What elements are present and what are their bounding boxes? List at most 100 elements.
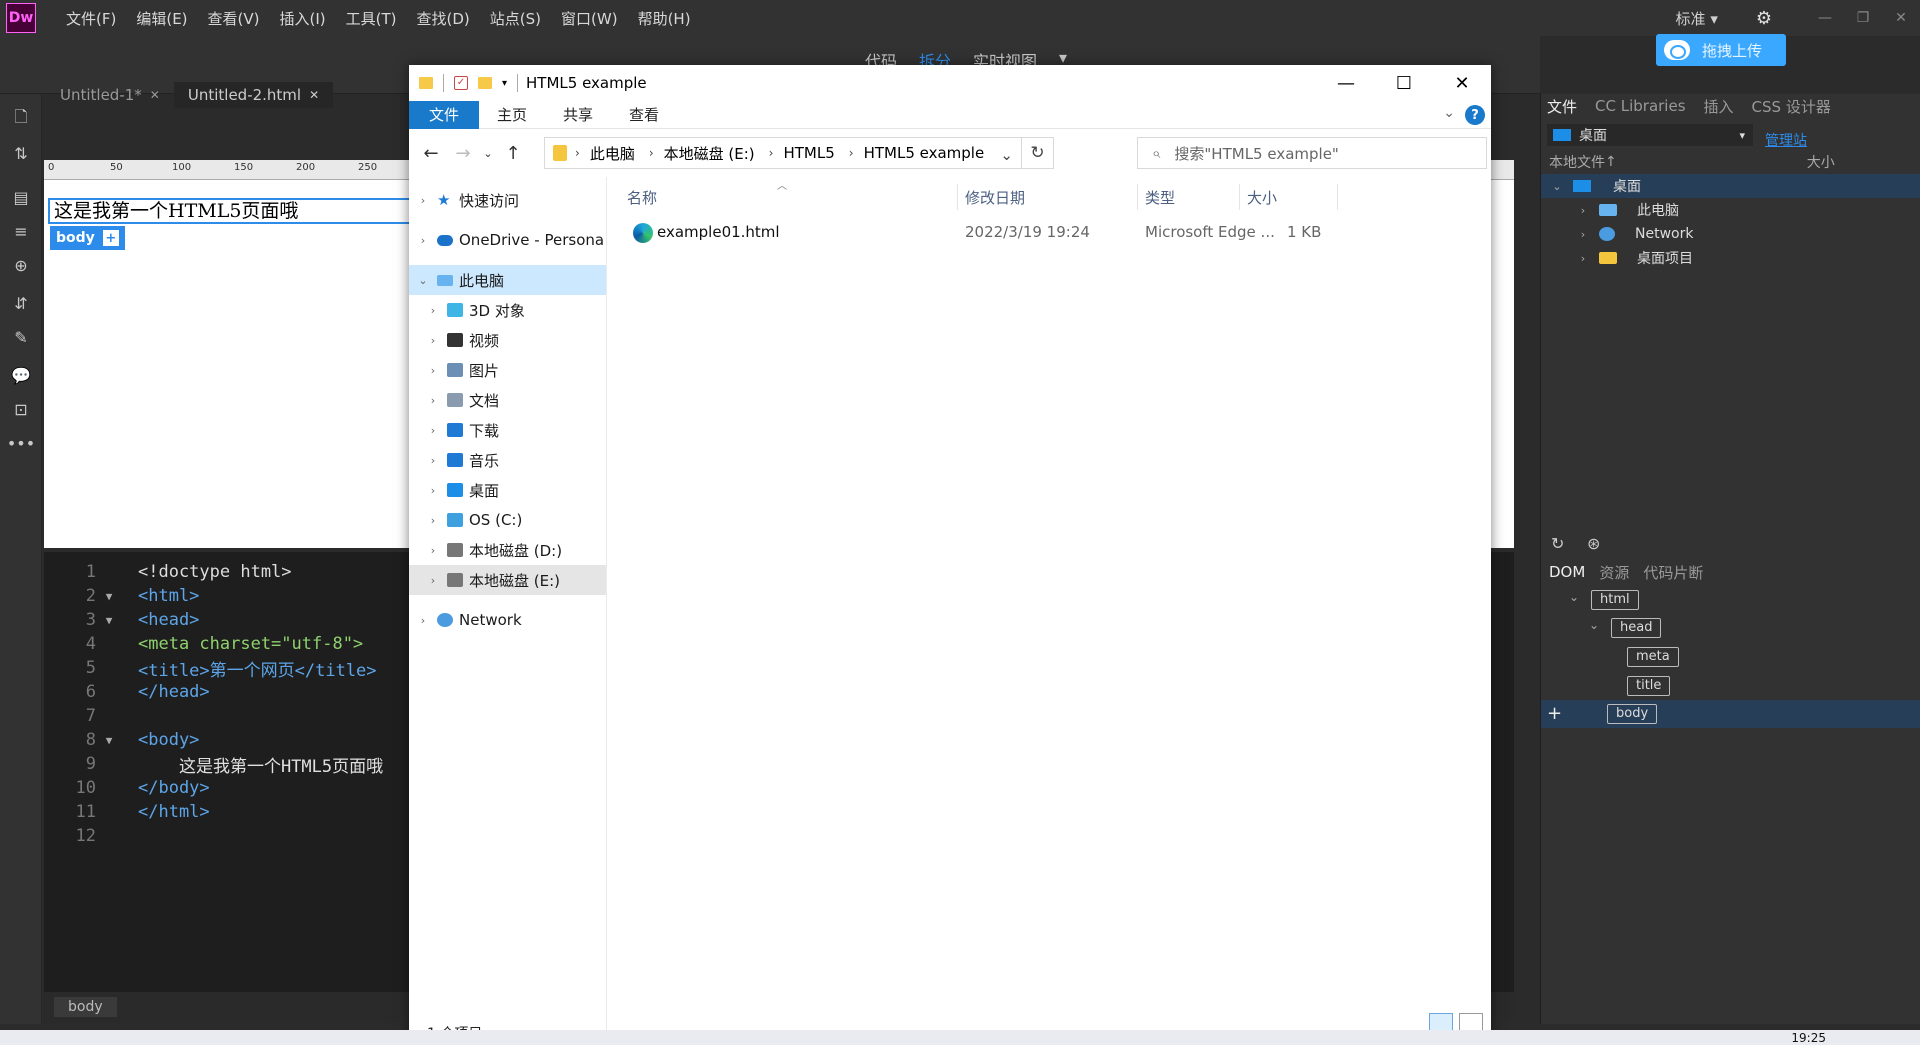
chevron-right-icon[interactable]: › xyxy=(425,364,441,377)
menu-help[interactable]: 帮助(H) xyxy=(628,8,701,29)
element-hud[interactable]: body + xyxy=(50,226,125,250)
tab-cc-libraries[interactable]: CC Libraries xyxy=(1595,97,1686,115)
nav-item-quick-access[interactable]: › ★ 快速访问 xyxy=(409,185,606,215)
forward-icon[interactable]: → xyxy=(447,143,479,164)
dom-node-meta[interactable]: meta xyxy=(1627,647,1679,667)
menu-insert[interactable]: 插入(I) xyxy=(270,8,336,29)
tree-item-network[interactable]: › Network xyxy=(1541,222,1920,246)
nav-item-pc-child[interactable]: › 音乐 xyxy=(409,445,606,475)
manage-site-link[interactable]: 管理站 xyxy=(1765,130,1807,150)
new-document-icon[interactable]: 🗋 xyxy=(0,102,42,136)
tree-item-this-pc[interactable]: › 此电脑 xyxy=(1541,198,1920,222)
column-divider[interactable] xyxy=(1337,184,1338,210)
add-class-icon[interactable]: + xyxy=(102,230,119,246)
ribbon-tab-home[interactable]: 主页 xyxy=(479,101,545,129)
dom-node-body[interactable]: body xyxy=(1607,704,1658,724)
tree-item-desktop[interactable]: ⌄ 桌面 xyxy=(1541,174,1920,198)
wrap-tag-icon[interactable]: ✎ xyxy=(0,320,42,354)
chevron-right-icon[interactable]: › xyxy=(425,424,441,437)
upload-button[interactable]: 拖拽上传 xyxy=(1656,34,1786,66)
chevron-right-icon[interactable]: › xyxy=(1575,228,1591,241)
breadcrumb-html5[interactable]: HTML5 xyxy=(783,144,834,162)
nav-item-pc-child[interactable]: › OS (C:) xyxy=(409,505,606,535)
chevron-right-icon[interactable]: › xyxy=(425,304,441,317)
chevron-right-icon[interactable]: › xyxy=(425,514,441,527)
customize-toolbar-icon[interactable]: ▾ xyxy=(502,78,507,89)
nav-item-pc-child[interactable]: › 本地磁盘 (D:) xyxy=(409,535,606,565)
tab-insert[interactable]: 插入 xyxy=(1704,96,1734,117)
column-divider[interactable] xyxy=(1239,184,1240,210)
file-management-icon[interactable]: ⇅ xyxy=(0,136,42,170)
add-element-icon[interactable]: + xyxy=(1547,703,1562,724)
expand-all-icon[interactable]: ⇵ xyxy=(0,286,42,320)
search-input[interactable]: ⌕ 搜索"HTML5 example" xyxy=(1137,137,1487,169)
close-icon[interactable]: ✕ xyxy=(1433,65,1491,101)
chevron-right-icon[interactable]: › xyxy=(415,234,431,247)
breadcrumb-this-pc[interactable]: 此电脑 xyxy=(590,143,635,164)
back-icon[interactable]: ← xyxy=(415,143,447,164)
menu-site[interactable]: 站点(S) xyxy=(480,8,551,29)
comment-icon[interactable]: 💬 xyxy=(0,358,42,392)
minimize-icon[interactable]: — xyxy=(1317,65,1375,101)
chevron-down-icon[interactable]: ⌄ xyxy=(1000,146,1013,164)
breadcrumb-html5-example[interactable]: HTML5 example xyxy=(864,144,985,162)
tab-files[interactable]: 文件 xyxy=(1547,96,1577,117)
chevron-down-icon[interactable]: ⌄ xyxy=(415,274,431,287)
chevron-right-icon[interactable]: › xyxy=(769,146,774,160)
chevron-right-icon[interactable]: › xyxy=(649,146,654,160)
column-divider[interactable] xyxy=(957,184,958,210)
menu-edit[interactable]: 编辑(E) xyxy=(126,8,197,29)
tree-item-desktop-project[interactable]: › 桌面项目 xyxy=(1541,246,1920,270)
nav-item-pc-child[interactable]: › 本地磁盘 (E:) xyxy=(409,565,606,595)
ribbon-tab-file[interactable]: 文件 xyxy=(409,100,480,129)
tab-dom[interactable]: DOM xyxy=(1549,563,1585,581)
nav-item-pc-child[interactable]: › 3D 对象 xyxy=(409,295,606,325)
column-name[interactable]: 名称 xyxy=(627,187,657,208)
chevron-right-icon[interactable]: › xyxy=(415,194,431,207)
size-column[interactable]: 大小 xyxy=(1807,152,1835,172)
chevron-right-icon[interactable]: › xyxy=(425,334,441,347)
dom-node-head[interactable]: head xyxy=(1611,618,1662,638)
nav-item-pc-child[interactable]: › 图片 xyxy=(409,355,606,385)
dom-row-selected[interactable] xyxy=(1541,700,1920,728)
chevron-right-icon[interactable]: › xyxy=(415,614,431,627)
properties-icon[interactable]: ✓ xyxy=(454,76,468,90)
menu-file[interactable]: 文件(F) xyxy=(56,8,126,29)
refresh-icon[interactable]: ↻ xyxy=(1551,534,1564,553)
fold-icon[interactable]: ▼ xyxy=(96,734,122,747)
chevron-down-icon[interactable]: ⌄ xyxy=(1589,618,1599,632)
menu-find[interactable]: 查找(D) xyxy=(407,8,480,29)
maximize-icon[interactable]: ☐ xyxy=(1375,65,1433,101)
menu-view[interactable]: 查看(V) xyxy=(198,8,270,29)
menu-window[interactable]: 窗口(W) xyxy=(551,8,628,29)
more-tools-icon[interactable]: ••• xyxy=(0,426,42,460)
ribbon-tab-view[interactable]: 查看 xyxy=(611,101,677,129)
connect-icon[interactable]: ⊛ xyxy=(1587,534,1600,553)
tab-snippets[interactable]: 代码片断 xyxy=(1643,562,1703,583)
site-select[interactable]: 桌面 ▾ xyxy=(1547,124,1753,146)
chevron-down-icon[interactable]: ⌄ xyxy=(1569,590,1579,604)
design-body-text[interactable]: 这是我第一个HTML5页面哦 xyxy=(48,198,418,224)
up-icon[interactable]: ↑ xyxy=(497,143,529,164)
nav-item-pc-child[interactable]: › 下载 xyxy=(409,415,606,445)
chevron-right-icon[interactable]: › xyxy=(849,146,854,160)
chevron-right-icon[interactable]: › xyxy=(425,454,441,467)
file-row[interactable]: example01.html 2022/3/19 19:24 Microsoft… xyxy=(607,217,1491,249)
nav-item-network[interactable]: › Network xyxy=(409,605,606,635)
menu-tools[interactable]: 工具(T) xyxy=(336,8,407,29)
nav-item-pc-child[interactable]: › 视频 xyxy=(409,325,606,355)
nav-item-pc-child[interactable]: › 桌面 xyxy=(409,475,606,505)
nav-item-pc-child[interactable]: › 文档 xyxy=(409,385,606,415)
dom-node-title[interactable]: title xyxy=(1627,676,1671,696)
tab-css-designer[interactable]: CSS 设计器 xyxy=(1752,96,1831,117)
help-icon[interactable]: ? xyxy=(1465,105,1485,125)
ribbon-tab-share[interactable]: 共享 xyxy=(545,101,611,129)
close-tab-icon[interactable]: ✕ xyxy=(309,88,319,102)
details-view-icon[interactable] xyxy=(1429,1013,1453,1031)
dom-node-html[interactable]: html xyxy=(1591,590,1639,610)
nav-item-onedrive[interactable]: › OneDrive - Persona xyxy=(409,225,606,255)
large-icons-view-icon[interactable] xyxy=(1459,1013,1483,1031)
chevron-right-icon[interactable]: › xyxy=(1575,252,1591,265)
fold-icon[interactable]: ▼ xyxy=(96,590,122,603)
expand-ribbon-icon[interactable]: ⌄ xyxy=(1443,105,1455,121)
